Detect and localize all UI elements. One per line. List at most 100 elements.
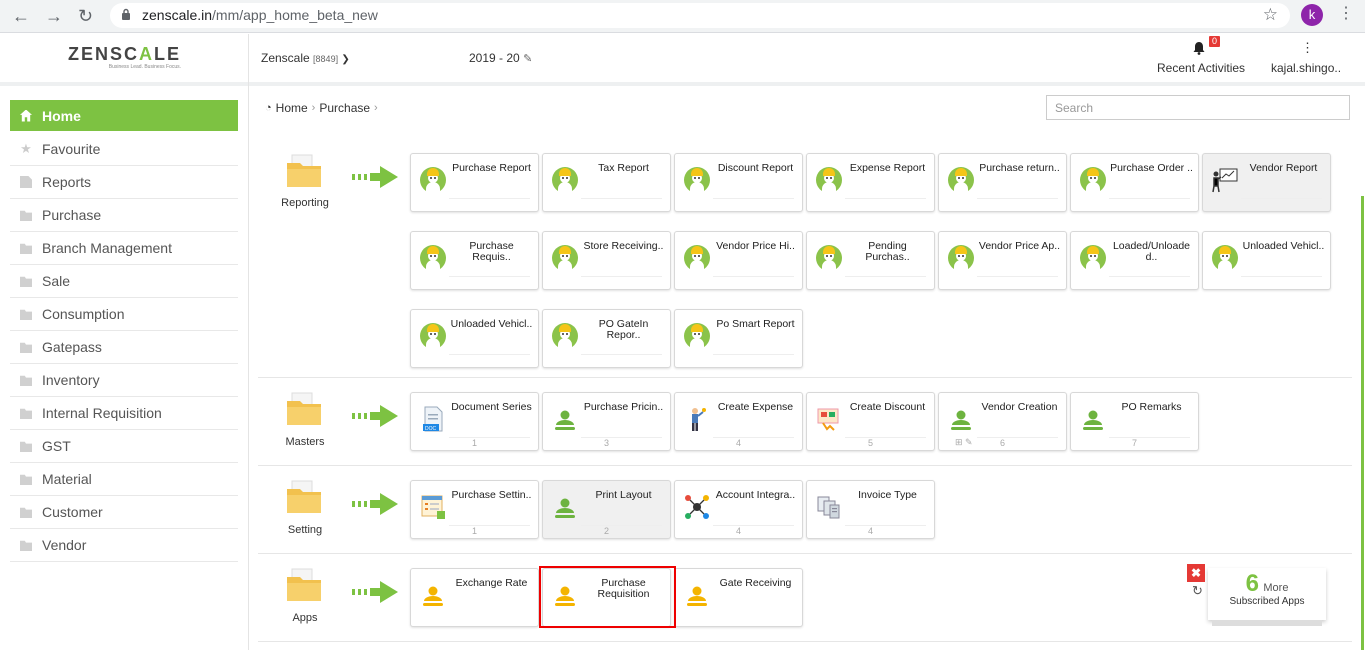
tile-vendor-creation[interactable]: Vendor Creation ⊞ ✎ 6 [938, 392, 1067, 451]
zenscale-logo[interactable]: ZENSCALE Business Lead. Business Focus. [68, 44, 181, 70]
fiscal-year[interactable]: 2019 - 20 ✎ [469, 51, 532, 65]
tile-store-receiving[interactable]: Store Receiving.. [542, 231, 671, 290]
folder-icon [287, 154, 321, 187]
tile-purchase-order[interactable]: Purchase Order .. [1070, 153, 1199, 212]
tile-exchange-rate[interactable]: Exchange Rate [410, 568, 539, 627]
worker-icon [816, 167, 842, 194]
reload-icon[interactable]: ↻ [78, 6, 93, 26]
folder-icon [287, 480, 321, 513]
sidebar-item-consumption[interactable]: Consumption [10, 298, 238, 331]
worker-icon [420, 245, 446, 272]
lock-icon [122, 8, 130, 20]
worker-icon [1080, 167, 1106, 194]
folder-icon [20, 408, 32, 419]
search-input[interactable] [1046, 95, 1350, 120]
worker-icon [948, 167, 974, 194]
dashboard-icon: ◔ [265, 102, 272, 114]
sidebar-item-sale[interactable]: Sale [10, 265, 238, 298]
tile-discount-report[interactable]: Discount Report [674, 153, 803, 212]
close-icon[interactable]: ✖ [1187, 564, 1205, 582]
edit-icon[interactable]: ✎ [523, 53, 532, 65]
sidebar-item-branch-management[interactable]: Branch Management [10, 232, 238, 265]
folder-icon [20, 243, 32, 254]
folder-icon [20, 276, 32, 287]
bell-icon[interactable] [1192, 41, 1206, 55]
tile-vendor-price-approval[interactable]: Vendor Price Ap.. [938, 231, 1067, 290]
sidebar-item-internal-requisition[interactable]: Internal Requisition [10, 397, 238, 430]
tile-po-smart-report[interactable]: Po Smart Report [674, 309, 803, 368]
arrow-right-icon [352, 493, 398, 515]
scroll-indicator[interactable] [1361, 196, 1364, 650]
sidebar-item-gatepass[interactable]: Gatepass [10, 331, 238, 364]
profile-avatar[interactable]: k [1301, 4, 1323, 26]
tile-purchase-requisition-report[interactable]: Purchase Requis.. [410, 231, 539, 290]
sidebar-item-purchase[interactable]: Purchase [10, 199, 238, 232]
settings-sheet-icon [421, 495, 445, 519]
tile-document-series[interactable]: DOC Document Series 1 [410, 392, 539, 451]
refresh-icon[interactable]: ↻ [1192, 583, 1203, 599]
tile-purchase-settings[interactable]: Purchase Settin.. 1 [410, 480, 539, 539]
sidebar-item-inventory[interactable]: Inventory [10, 364, 238, 397]
sidebar-item-material[interactable]: Material [10, 463, 238, 496]
tile-expense-report[interactable]: Expense Report [806, 153, 935, 212]
tile-create-expense[interactable]: Create Expense 4 [674, 392, 803, 451]
notification-badge: 0 [1209, 36, 1221, 47]
tile-po-remarks[interactable]: PO Remarks 7 [1070, 392, 1199, 451]
tile-purchase-report[interactable]: Purchase Report [410, 153, 539, 212]
tile-unloaded-vehicle-2[interactable]: Unloaded Vehicl.. [410, 309, 539, 368]
sidebar-item-reports[interactable]: Reports [10, 166, 238, 199]
svg-text:DOC: DOC [425, 426, 437, 432]
worker-icon [684, 167, 710, 194]
person-expense-icon [692, 408, 706, 431]
browser-menu-icon[interactable]: ⋮ [1338, 6, 1354, 22]
section-label-masters: Masters [285, 436, 325, 448]
chevron-down-icon: ❯ [341, 54, 350, 65]
tile-po-gatein-report[interactable]: PO GateIn Repor.. [542, 309, 671, 368]
tile-pending-purchase[interactable]: Pending Purchas.. [806, 231, 935, 290]
worker-icon [552, 245, 578, 272]
user-icon [687, 586, 707, 606]
user-icon [555, 410, 575, 430]
user-icon [555, 498, 575, 518]
sidebar-item-home[interactable]: Home [10, 100, 238, 131]
star-icon: ★ [20, 141, 32, 156]
sidebar-item-customer[interactable]: Customer [10, 496, 238, 529]
back-icon[interactable]: ← [12, 6, 30, 26]
tile-purchase-pricing[interactable]: Purchase Pricin.. 3 [542, 392, 671, 451]
tile-create-discount[interactable]: Create Discount 5 [806, 392, 935, 451]
folder-icon [20, 210, 32, 221]
tile-vendor-report[interactable]: Vendor Report [1202, 153, 1331, 212]
arrow-right-icon [352, 581, 398, 603]
tile-purchase-return[interactable]: Purchase return.. [938, 153, 1067, 212]
tile-vendor-price-history[interactable]: Vendor Price Hi.. [674, 231, 803, 290]
tile-gate-receiving[interactable]: Gate Receiving [674, 568, 803, 627]
tile-invoice-type[interactable]: Invoice Type 4 [806, 480, 935, 539]
tile-unloaded-vehicle-1[interactable]: Unloaded Vehicl.. [1202, 231, 1331, 290]
breadcrumb-home[interactable]: Home [276, 101, 308, 115]
recent-activities-link[interactable]: Recent Activities [1157, 61, 1245, 75]
sidebar-item-vendor[interactable]: Vendor [10, 529, 238, 562]
document-icon [20, 176, 32, 188]
sidebar-item-gst[interactable]: GST [10, 430, 238, 463]
worker-icon [684, 323, 710, 350]
address-bar[interactable]: zenscale.in/mm/app_home_beta_new ☆ [110, 3, 1290, 28]
tile-print-layout[interactable]: Print Layout 2 [542, 480, 671, 539]
breadcrumb-current[interactable]: Purchase [319, 101, 370, 115]
tile-purchase-requisition[interactable]: Purchase Requisition [542, 568, 671, 627]
discount-icon [817, 408, 839, 431]
tile-tax-report[interactable]: Tax Report [542, 153, 671, 212]
forward-icon[interactable]: → [45, 6, 63, 26]
bookmark-star-icon[interactable]: ☆ [1263, 5, 1278, 25]
breadcrumb-separator-icon: › [311, 102, 316, 114]
folder-icon [20, 309, 32, 320]
worker-icon [552, 167, 578, 194]
tile-loaded-unloaded[interactable]: Loaded/Unloade d.. [1070, 231, 1199, 290]
home-icon [20, 109, 32, 122]
folder-icon [287, 392, 321, 425]
sidebar-item-favourite[interactable]: ★ Favourite [10, 133, 238, 166]
user-name[interactable]: kajal.shingo.. [1271, 61, 1341, 75]
user-menu-icon[interactable]: ⋮ [1301, 40, 1314, 56]
tile-account-integration[interactable]: Account Integra.. 4 [674, 480, 803, 539]
company-selector[interactable]: Zenscale [8849] ❯ [261, 51, 350, 65]
more-subscribed-apps[interactable]: 6 More Subscribed Apps [1208, 568, 1326, 620]
